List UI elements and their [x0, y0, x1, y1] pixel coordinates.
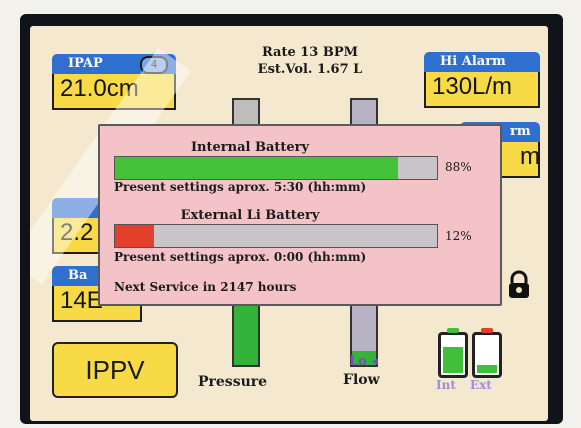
rate-text: Rate 13 BPM [261, 45, 359, 60]
mode-ippv-button[interactable]: IPPV [52, 342, 178, 398]
internal-battery-icon [438, 328, 468, 378]
battery-ext-label: Ext [470, 378, 492, 392]
internal-battery-bar-fill [115, 157, 399, 179]
est-volume-text: Est.Vol. 1.67 L [257, 62, 363, 77]
hi-alarm-value: 130L/m [424, 72, 540, 108]
flow-lo-label: Lo [349, 354, 367, 369]
external-battery-title: External Li Battery [180, 208, 320, 223]
external-battery-note: Present settings aprox. 0:00 (hh:mm) [114, 250, 367, 264]
battery-int-label: Int [436, 378, 456, 392]
battery-status-dialog[interactable]: Internal Battery 88% Present settings ap… [98, 124, 502, 306]
internal-battery-percent: 88% [445, 160, 472, 174]
rate-display: Rate 13 BPM Est.Vol. 1.67 L [230, 44, 390, 78]
hi-alarm-label: Hi Alarm [424, 52, 540, 72]
service-note: Next Service in 2147 hours [114, 280, 297, 294]
flow-lo-marker: Lo ◂ [349, 354, 378, 369]
internal-battery-bar [114, 156, 438, 180]
lock-icon[interactable] [504, 270, 534, 300]
internal-battery-title: Internal Battery [190, 140, 310, 155]
hi-alarm-tile[interactable]: Hi Alarm 130L/m [424, 52, 540, 108]
external-battery-bar-fill [115, 225, 154, 247]
internal-battery-note: Present settings aprox. 5:30 (hh:mm) [114, 180, 367, 194]
pressure-label: Pressure [198, 374, 268, 390]
external-battery-icon [472, 328, 502, 378]
flow-label: Flow [343, 372, 380, 388]
external-battery-bar [114, 224, 438, 248]
external-battery-percent: 12% [445, 229, 472, 243]
